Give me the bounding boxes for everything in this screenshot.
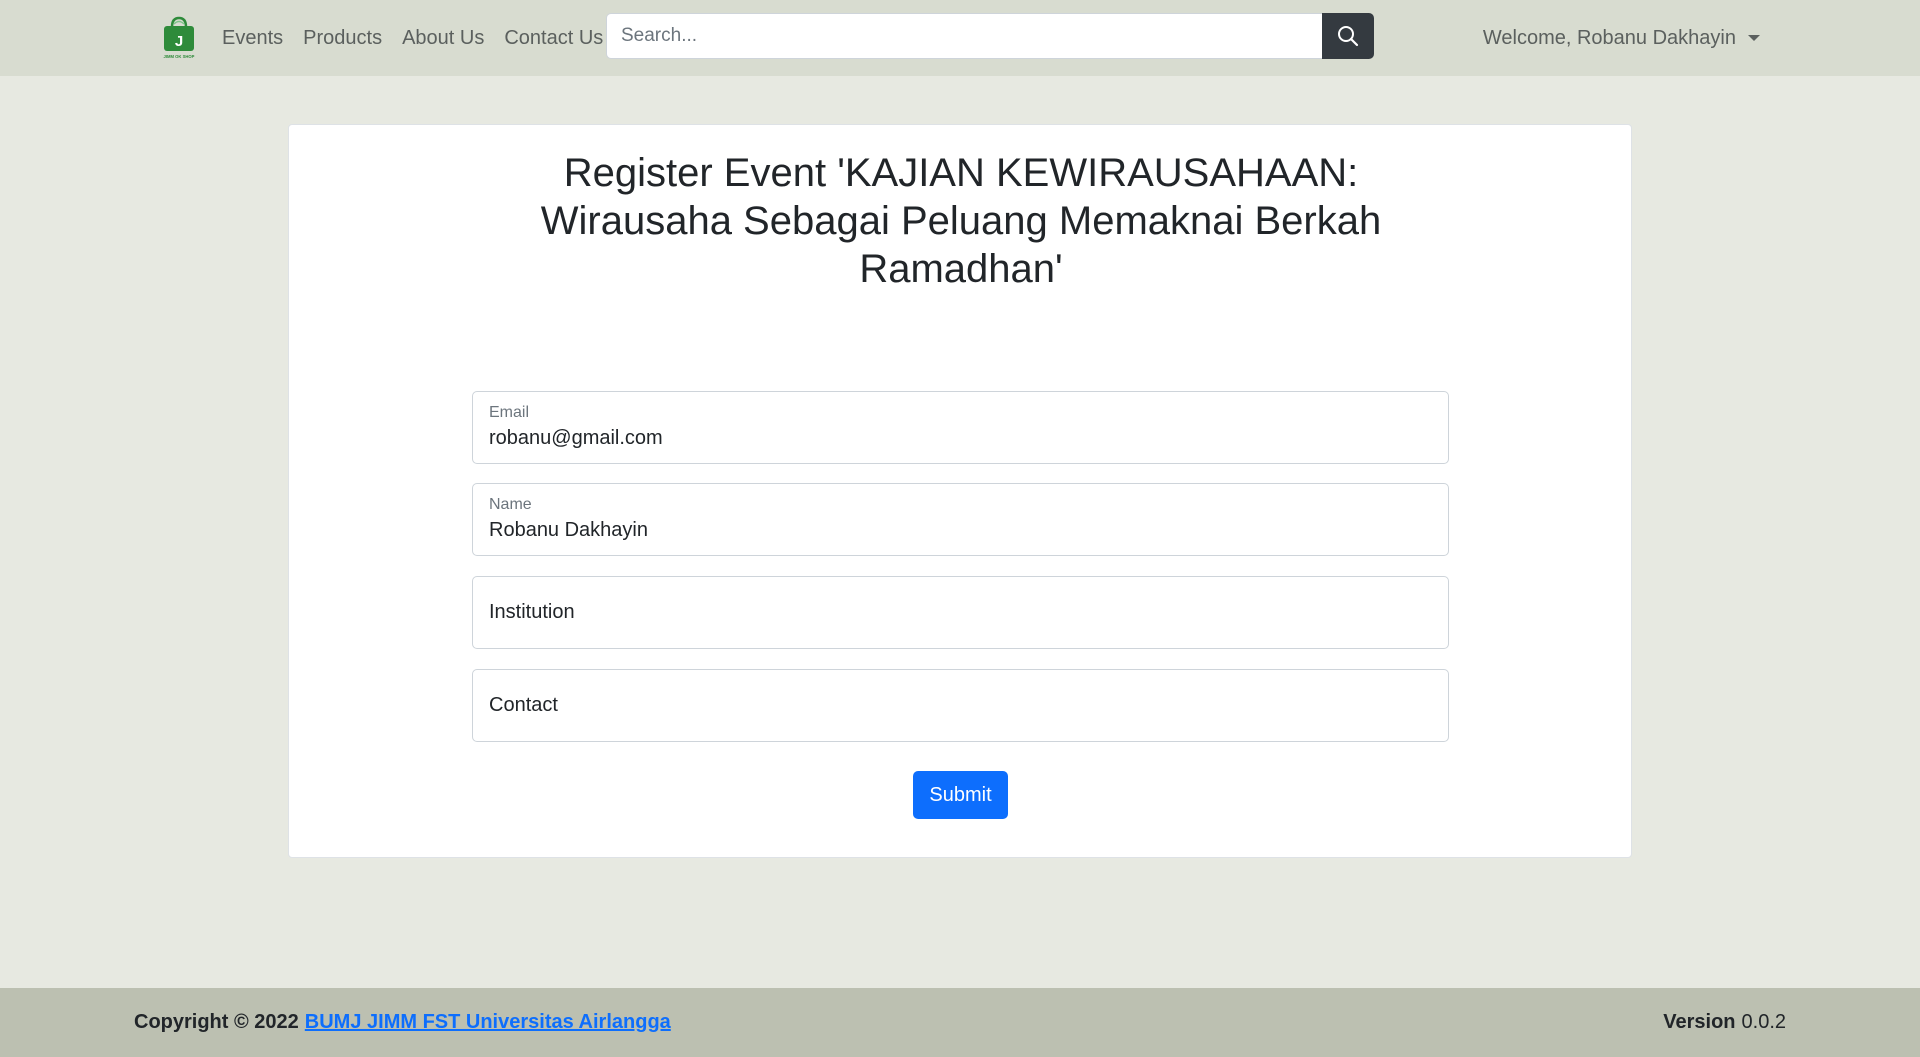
nav-link-products[interactable]: Products [303,27,382,50]
shopping-bag-logo-icon: J JIMM OK SHOP [164,16,195,59]
organization-link[interactable]: BUMJ JIMM FST Universitas Airlangga [305,1011,671,1034]
nav-link-contact-us[interactable]: Contact Us [504,27,603,50]
contact-field-label: Contact [489,694,558,716]
caret-down-icon [1748,35,1760,41]
search-form [606,13,1374,59]
logo-text: JIMM OK SHOP [164,54,195,59]
search-input[interactable] [606,13,1322,59]
email-field[interactable]: Email robanu@gmail.com [472,391,1449,464]
nav-link-about-us[interactable]: About Us [402,27,484,50]
nav-link-events[interactable]: Events [222,27,283,50]
institution-field-label: Institution [489,601,575,623]
user-menu-dropdown[interactable]: Welcome, Robanu Dakhayin [1483,0,1760,76]
institution-field[interactable]: Institution [472,576,1449,649]
navbar: J JIMM OK SHOP Events Products About Us … [0,0,1920,76]
user-menu-label: Welcome, Robanu Dakhayin [1482,26,1736,49]
footer: Copyright © 2022 BUMJ JIMM FST Universit… [0,988,1920,1057]
version-label: Version [1663,1011,1736,1033]
submit-button[interactable]: Submit [913,771,1008,819]
search-icon [1338,26,1359,47]
name-field-value: Robanu Dakhayin [489,519,648,541]
register-card: Register Event 'KAJIAN KEWIRAUSAHAAN: Wi… [288,124,1632,858]
version-value: 0.0.2 [1741,1011,1786,1033]
email-field-value: robanu@gmail.com [489,427,663,449]
email-field-label: Email [489,404,530,421]
version-info: Version 0.0.2 [1663,988,1786,1057]
search-button[interactable] [1322,13,1374,59]
brand-logo[interactable]: J JIMM OK SHOP [160,15,198,61]
logo-letter: J [175,33,183,50]
copyright: Copyright © 2022 BUMJ JIMM FST Universit… [134,988,671,1057]
nav-links: Events Products About Us Contact Us [222,0,623,76]
name-field[interactable]: Name Robanu Dakhayin [472,483,1449,556]
copyright-text: Copyright © 2022 [134,1011,299,1033]
name-field-label: Name [489,496,532,513]
contact-field[interactable]: Contact [472,669,1449,742]
page-title: Register Event 'KAJIAN KEWIRAUSAHAAN: Wi… [540,151,1382,291]
